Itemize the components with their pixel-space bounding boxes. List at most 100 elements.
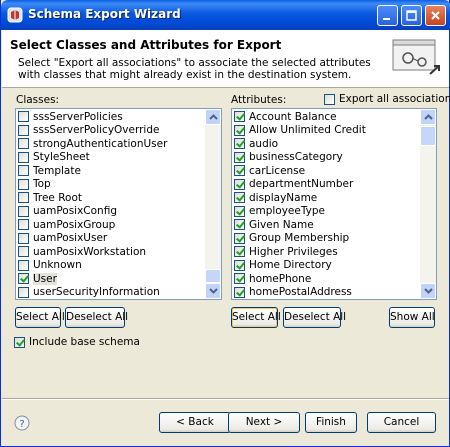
scroll-down-button[interactable] bbox=[420, 283, 436, 299]
attribute-label: carLicense bbox=[249, 164, 306, 177]
show-all-button[interactable]: Show All bbox=[389, 307, 435, 328]
class-checkbox[interactable] bbox=[18, 165, 29, 177]
list-item[interactable]: businessCategory bbox=[234, 151, 343, 165]
class-checkbox[interactable] bbox=[18, 178, 29, 190]
list-item[interactable]: homePostalAddress bbox=[234, 286, 352, 300]
class-checkbox[interactable] bbox=[18, 111, 29, 123]
scroll-down-button[interactable] bbox=[205, 283, 221, 299]
attribute-checkbox[interactable] bbox=[234, 138, 245, 150]
attribute-checkbox[interactable] bbox=[234, 219, 245, 231]
close-icon bbox=[431, 11, 440, 20]
attributes-deselect-all-button[interactable]: Deselect All bbox=[283, 307, 346, 328]
list-item[interactable]: Top bbox=[18, 178, 51, 192]
list-item[interactable]: Account Balance bbox=[234, 110, 337, 124]
attribute-checkbox[interactable] bbox=[234, 246, 245, 258]
attribute-label: Account Balance bbox=[249, 110, 337, 123]
finish-button[interactable]: Finish bbox=[305, 412, 357, 433]
attributes-select-all-button[interactable]: Select All bbox=[231, 307, 281, 328]
list-item[interactable]: strongAuthenticationUser bbox=[18, 137, 167, 151]
class-label: Template bbox=[33, 164, 81, 177]
attribute-label: businessCategory bbox=[249, 151, 343, 164]
scroll-up-button[interactable] bbox=[420, 109, 436, 125]
list-item[interactable]: StyleSheet bbox=[18, 151, 90, 165]
minimize-button[interactable] bbox=[377, 5, 398, 26]
chevron-down-icon bbox=[424, 288, 433, 294]
attribute-checkbox[interactable] bbox=[234, 124, 245, 136]
list-item[interactable]: homePhone bbox=[234, 272, 311, 286]
list-item[interactable]: uamPosixConfig bbox=[18, 205, 117, 219]
attributes-label: Attributes: bbox=[231, 94, 287, 106]
class-checkbox[interactable] bbox=[18, 273, 29, 285]
list-item[interactable]: User bbox=[18, 272, 57, 286]
attribute-label: departmentNumber bbox=[249, 178, 354, 191]
class-checkbox[interactable] bbox=[18, 205, 29, 217]
list-item[interactable]: departmentNumber bbox=[234, 178, 353, 192]
attribute-checkbox[interactable] bbox=[234, 273, 245, 285]
class-label: Tree Root bbox=[33, 191, 83, 204]
class-checkbox[interactable] bbox=[18, 286, 29, 298]
list-item[interactable]: audio bbox=[234, 137, 278, 151]
list-item[interactable]: uamPosixUser bbox=[18, 232, 107, 246]
class-label: userSecurityInformation bbox=[33, 286, 160, 299]
class-checkbox[interactable] bbox=[18, 232, 29, 244]
attribute-checkbox[interactable] bbox=[234, 151, 245, 163]
scroll-thumb[interactable] bbox=[420, 126, 436, 146]
attribute-checkbox[interactable] bbox=[234, 286, 245, 298]
list-item[interactable]: carLicense bbox=[234, 164, 305, 178]
list-item[interactable]: Group Membership bbox=[234, 232, 349, 246]
attribute-checkbox[interactable] bbox=[234, 165, 245, 177]
attribute-label: homePhone bbox=[249, 272, 312, 285]
attribute-checkbox[interactable] bbox=[234, 259, 245, 271]
list-item[interactable]: sssServerPolicies bbox=[18, 110, 123, 124]
attribute-checkbox[interactable] bbox=[234, 178, 245, 190]
attributes-scrollbar[interactable] bbox=[420, 109, 436, 299]
attribute-label: employeeType bbox=[249, 205, 325, 218]
back-button[interactable]: < Back bbox=[159, 412, 231, 433]
title-bar[interactable]: Schema Export Wizard bbox=[1, 0, 450, 30]
next-button[interactable]: Next > bbox=[228, 412, 300, 433]
page-description: Select "Export all associations" to asso… bbox=[18, 57, 371, 81]
list-item[interactable]: displayName bbox=[234, 191, 317, 205]
app-icon bbox=[7, 7, 23, 23]
list-item[interactable]: sssServerPolicyOverride bbox=[18, 124, 159, 138]
attribute-checkbox[interactable] bbox=[234, 192, 245, 204]
class-checkbox[interactable] bbox=[18, 138, 29, 150]
list-item[interactable]: Unknown bbox=[18, 259, 82, 273]
attribute-checkbox[interactable] bbox=[234, 111, 245, 123]
list-item[interactable]: uamPosixGroup bbox=[18, 218, 115, 232]
attribute-label: Group Membership bbox=[249, 232, 350, 245]
help-icon[interactable]: ? bbox=[14, 415, 30, 431]
class-checkbox[interactable] bbox=[18, 219, 29, 231]
include-base-schema-checkbox[interactable] bbox=[14, 336, 25, 348]
attribute-checkbox[interactable] bbox=[234, 232, 245, 244]
maximize-button[interactable] bbox=[401, 5, 422, 26]
class-checkbox[interactable] bbox=[18, 246, 29, 258]
close-button[interactable] bbox=[425, 5, 446, 26]
scroll-thumb[interactable] bbox=[205, 269, 221, 283]
scroll-up-button[interactable] bbox=[205, 109, 221, 125]
list-item[interactable]: Higher Privileges bbox=[234, 245, 338, 259]
classes-deselect-all-button[interactable]: Deselect All bbox=[65, 307, 128, 328]
class-checkbox[interactable] bbox=[18, 192, 29, 204]
cancel-button[interactable]: Cancel bbox=[367, 412, 436, 433]
class-checkbox[interactable] bbox=[18, 124, 29, 136]
classes-scrollbar[interactable] bbox=[205, 109, 221, 299]
attribute-checkbox[interactable] bbox=[234, 205, 245, 217]
export-all-associations-checkbox[interactable] bbox=[324, 93, 335, 105]
list-item[interactable]: Template bbox=[18, 164, 81, 178]
include-base-schema-option[interactable]: Include base schema bbox=[14, 336, 140, 348]
classes-select-all-button[interactable]: Select All bbox=[15, 307, 65, 328]
class-checkbox[interactable] bbox=[18, 259, 29, 271]
list-item[interactable]: Given Name bbox=[234, 218, 314, 232]
svg-text:?: ? bbox=[19, 419, 24, 430]
attributes-list[interactable]: Account Balance Allow Unlimited Credit a… bbox=[231, 108, 437, 300]
export-all-associations-option[interactable]: Export all associations bbox=[324, 93, 450, 105]
class-checkbox[interactable] bbox=[18, 151, 29, 163]
list-item[interactable]: userSecurityInformation bbox=[18, 286, 160, 300]
list-item[interactable]: Allow Unlimited Credit bbox=[234, 124, 366, 138]
classes-list[interactable]: sssServerPolicies sssServerPolicyOverrid… bbox=[15, 108, 222, 300]
list-item[interactable]: Tree Root bbox=[18, 191, 82, 205]
list-item[interactable]: employeeType bbox=[234, 205, 325, 219]
list-item[interactable]: Home Directory bbox=[234, 259, 332, 273]
list-item[interactable]: uamPosixWorkstation bbox=[18, 245, 146, 259]
